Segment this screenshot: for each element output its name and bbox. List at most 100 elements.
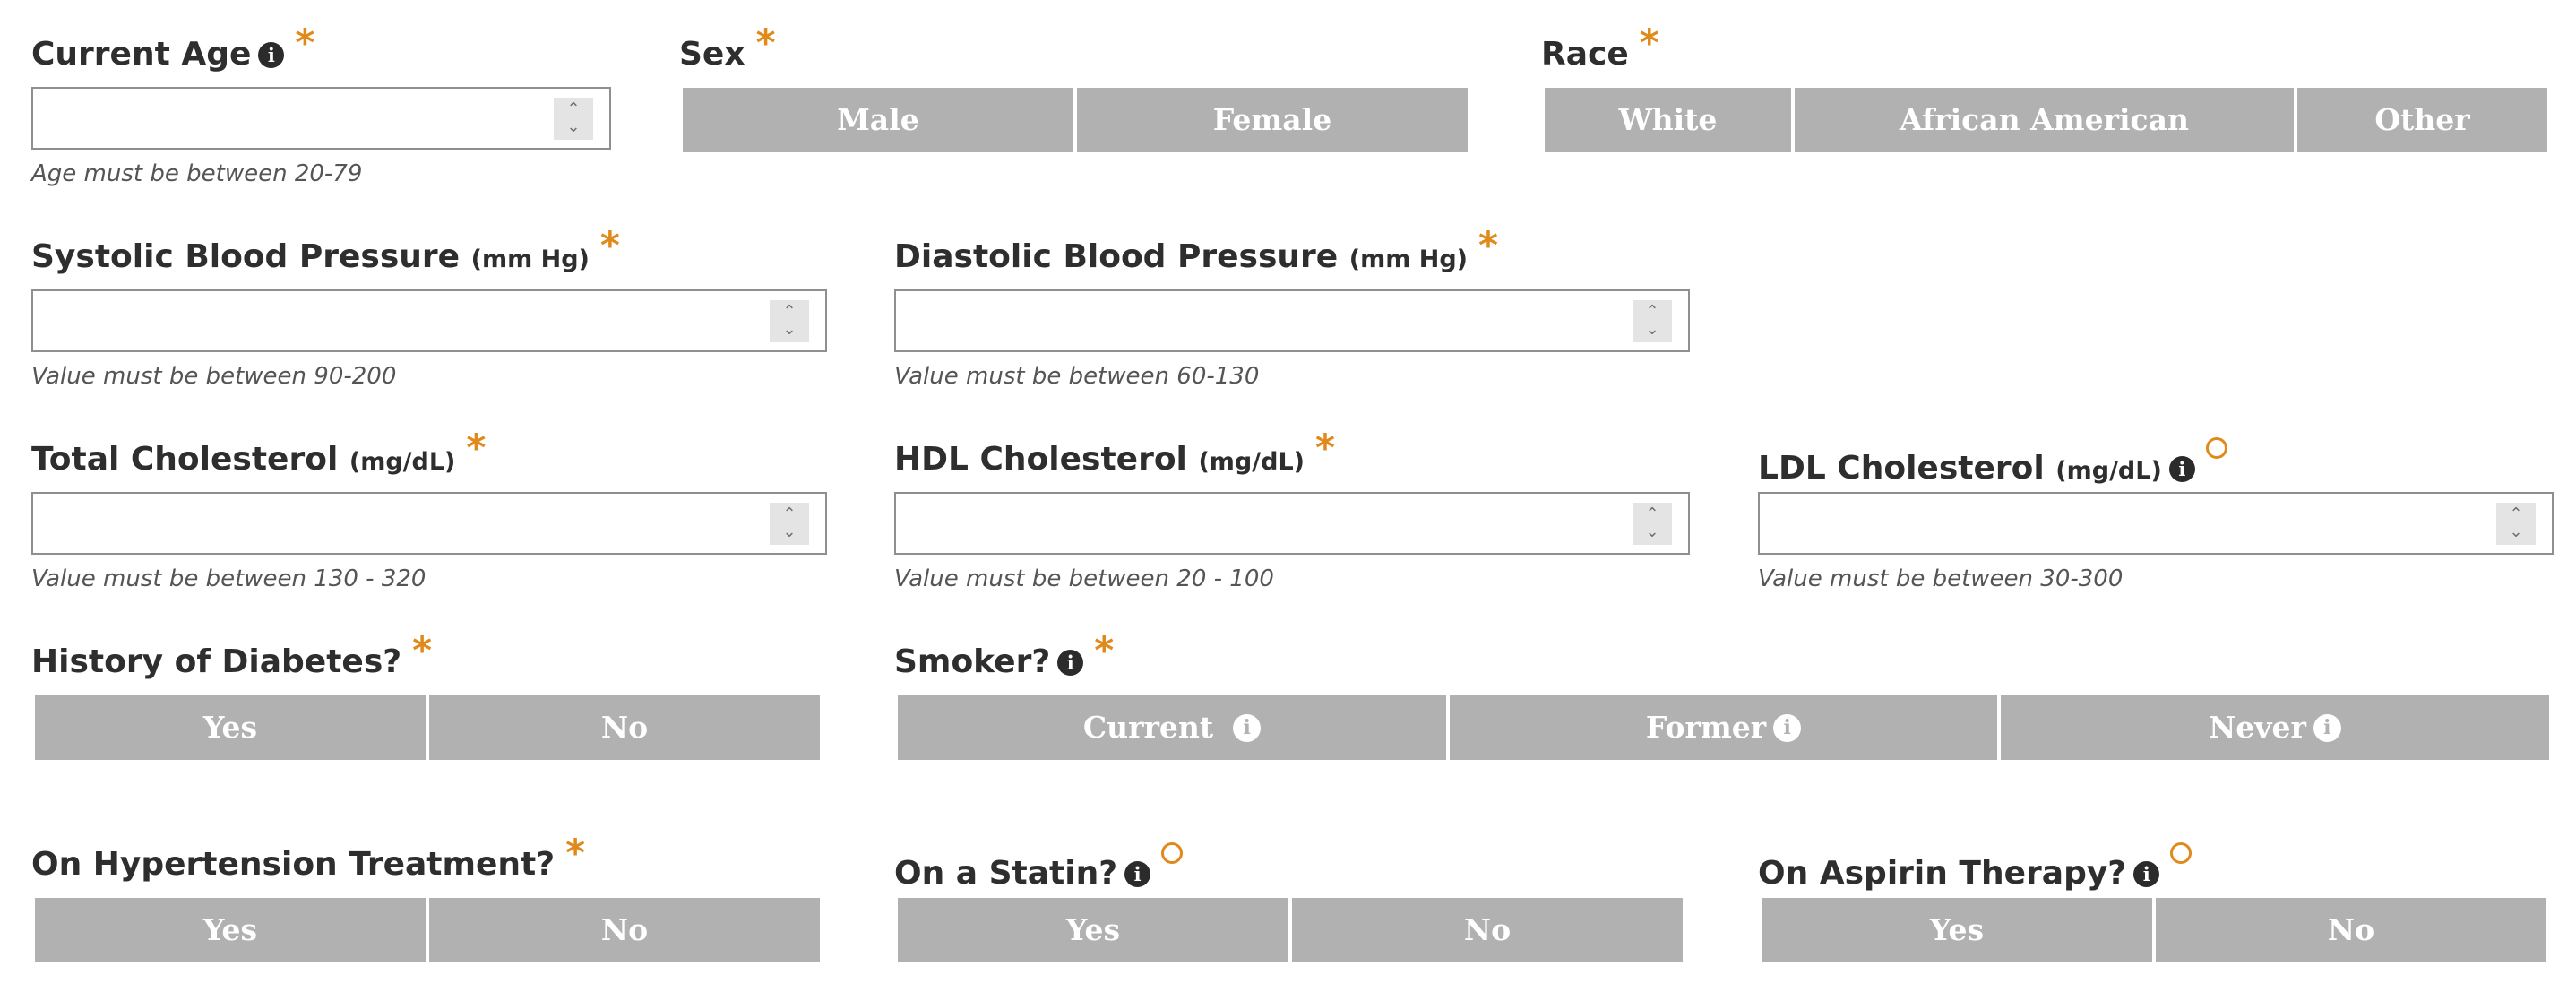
info-icon[interactable]: i	[1124, 861, 1151, 887]
hdl-cholesterol-input-box[interactable]: ⌃ ⌄	[894, 492, 1690, 555]
ldl-cholesterol-hint: Value must be between 30-300	[1758, 565, 2124, 592]
diabetes-label: History of Diabetes? *	[31, 631, 432, 682]
current-age-label: Current Age i *	[31, 23, 314, 74]
diabetes-button-group: Yes No	[35, 695, 820, 760]
hypertension-button-group: Yes No	[35, 898, 820, 962]
number-spinner-icon[interactable]: ⌃ ⌄	[770, 503, 809, 545]
systolic-input[interactable]	[33, 291, 825, 350]
diastolic-label: Diastolic Blood Pressure (mm Hg) *	[894, 226, 1498, 280]
diastolic-input-box[interactable]: ⌃ ⌄	[894, 289, 1690, 352]
hdl-cholesterol-field: HDL Cholesterol (mg/dL) * ⌃ ⌄ Value must b…	[894, 428, 1701, 599]
hdl-cholesterol-label-text: HDL Cholesterol	[894, 441, 1187, 478]
sex-label: Sex *	[679, 23, 776, 74]
diabetes-yes-button[interactable]: Yes	[35, 695, 426, 760]
diabetes-field: History of Diabetes? * Yes No	[31, 631, 838, 774]
statin-button-group: Yes No	[898, 898, 1683, 962]
race-other-button[interactable]: Other	[2297, 88, 2547, 152]
required-asterisk-icon: *	[466, 426, 487, 470]
total-cholesterol-hint: Value must be between 130 - 320	[31, 565, 426, 592]
aspirin-label-text: On Aspirin Therapy?	[1758, 855, 2127, 892]
smoker-label-text: Smoker?	[894, 643, 1051, 680]
required-asterisk-icon: *	[755, 21, 776, 65]
hypertension-label-text: On Hypertension Treatment?	[31, 846, 556, 883]
statin-field: On a Statin? i Yes No	[894, 842, 1701, 977]
aspirin-button-group: Yes No	[1762, 898, 2546, 962]
hdl-cholesterol-hint: Value must be between 20 - 100	[894, 565, 1274, 592]
number-spinner-icon[interactable]: ⌃ ⌄	[1633, 300, 1672, 342]
systolic-unit: (mm Hg)	[470, 246, 590, 273]
diabetes-label-text: History of Diabetes?	[31, 643, 402, 680]
diastolic-input[interactable]	[896, 291, 1688, 350]
ldl-cholesterol-field: LDL Cholesterol (mg/dL) i ⌃ ⌄ Value must b…	[1758, 437, 2564, 599]
optional-circle-icon	[2170, 842, 2193, 864]
required-asterisk-icon: *	[1094, 628, 1115, 672]
diastolic-label-text: Diastolic Blood Pressure	[894, 238, 1339, 275]
current-age-input[interactable]	[33, 89, 609, 148]
current-age-input-box[interactable]: ⌃ ⌄	[31, 87, 611, 150]
info-icon[interactable]: i	[2133, 861, 2160, 887]
smoker-field: Smoker? i * Current i Former i Never i	[894, 631, 2561, 774]
race-button-group: White African American Other	[1545, 88, 2547, 152]
race-white-button[interactable]: White	[1545, 88, 1791, 152]
info-icon[interactable]: i	[1773, 714, 1802, 742]
hdl-cholesterol-label: HDL Cholesterol (mg/dL) *	[894, 428, 1335, 482]
smoker-current-label: Current	[1082, 710, 1214, 745]
hdl-cholesterol-unit: (mg/dL)	[1198, 448, 1305, 476]
smoker-never-label: Never	[2209, 710, 2306, 745]
ldl-cholesterol-unit: (mg/dL)	[2055, 457, 2162, 485]
hdl-cholesterol-input[interactable]	[896, 494, 1688, 553]
number-spinner-icon[interactable]: ⌃ ⌄	[770, 300, 809, 342]
optional-circle-icon	[2205, 437, 2227, 459]
required-asterisk-icon: *	[412, 628, 433, 672]
total-cholesterol-field: Total Cholesterol (mg/dL) * ⌃ ⌄ Value must…	[31, 428, 838, 599]
required-asterisk-icon: *	[599, 223, 620, 267]
race-label: Race *	[1541, 23, 1659, 74]
smoker-former-button[interactable]: Former i	[1450, 695, 1997, 760]
number-spinner-icon[interactable]: ⌃ ⌄	[1633, 503, 1672, 545]
systolic-label: Systolic Blood Pressure (mm Hg) *	[31, 226, 620, 280]
smoker-former-label: Former	[1645, 710, 1767, 745]
smoker-never-button[interactable]: Never i	[2001, 695, 2549, 760]
aspirin-label: On Aspirin Therapy? i	[1758, 842, 2193, 893]
hypertension-label: On Hypertension Treatment? *	[31, 833, 585, 884]
systolic-field: Systolic Blood Pressure (mm Hg) * ⌃ ⌄ Valu…	[31, 226, 838, 396]
sex-female-button[interactable]: Female	[1077, 88, 1468, 152]
diabetes-no-button[interactable]: No	[429, 695, 820, 760]
sex-label-text: Sex	[679, 36, 745, 73]
info-icon[interactable]: i	[2313, 714, 2341, 742]
aspirin-field: On Aspirin Therapy? i Yes No	[1758, 842, 2564, 977]
ldl-cholesterol-label: LDL Cholesterol (mg/dL) i	[1758, 437, 2227, 491]
statin-no-button[interactable]: No	[1292, 898, 1683, 962]
statin-yes-button[interactable]: Yes	[898, 898, 1288, 962]
info-icon[interactable]: i	[1057, 650, 1084, 676]
aspirin-no-button[interactable]: No	[2156, 898, 2546, 962]
required-asterisk-icon: *	[1639, 21, 1659, 65]
ldl-cholesterol-input[interactable]	[1760, 494, 2552, 553]
hypertension-no-button[interactable]: No	[429, 898, 820, 962]
hypertension-field: On Hypertension Treatment? * Yes No	[31, 833, 838, 977]
race-african-american-button[interactable]: African American	[1795, 88, 2294, 152]
number-spinner-icon[interactable]: ⌃ ⌄	[554, 98, 593, 140]
systolic-input-box[interactable]: ⌃ ⌄	[31, 289, 827, 352]
smoker-current-button[interactable]: Current i	[898, 695, 1446, 760]
diastolic-unit: (mm Hg)	[1348, 246, 1469, 273]
aspirin-yes-button[interactable]: Yes	[1762, 898, 2152, 962]
info-icon[interactable]: i	[258, 42, 285, 68]
optional-circle-icon	[1161, 842, 1184, 864]
sex-male-button[interactable]: Male	[683, 88, 1073, 152]
number-spinner-icon[interactable]: ⌃ ⌄	[2496, 503, 2536, 545]
current-age-hint: Age must be between 20-79	[31, 160, 363, 187]
required-asterisk-icon: *	[295, 21, 315, 65]
total-cholesterol-input-box[interactable]: ⌃ ⌄	[31, 492, 827, 555]
info-icon[interactable]: i	[2168, 456, 2195, 482]
ldl-cholesterol-label-text: LDL Cholesterol	[1758, 450, 2045, 487]
total-cholesterol-input[interactable]	[33, 494, 825, 553]
current-age-label-text: Current Age	[31, 36, 252, 73]
ldl-cholesterol-input-box[interactable]: ⌃ ⌄	[1758, 492, 2554, 555]
sex-field: Sex * Male Female	[679, 23, 1486, 194]
required-asterisk-icon: *	[565, 831, 586, 875]
info-icon[interactable]: i	[1233, 714, 1262, 742]
race-field: Race * White African American Other	[1541, 23, 2563, 194]
hypertension-yes-button[interactable]: Yes	[35, 898, 426, 962]
sex-button-group: Male Female	[683, 88, 1468, 152]
